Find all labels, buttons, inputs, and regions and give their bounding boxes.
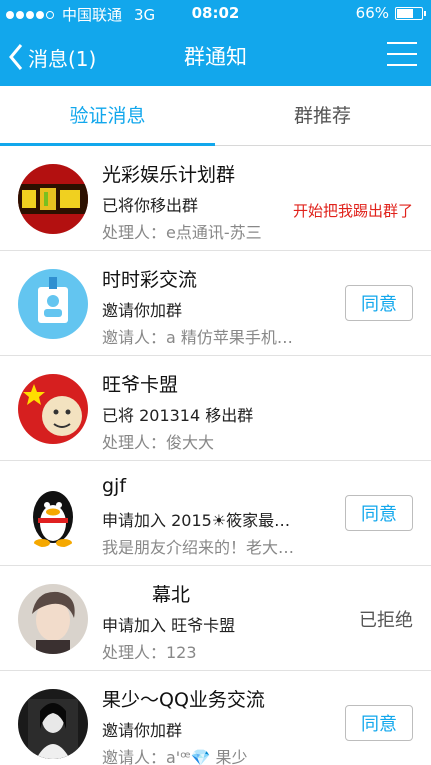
item-handler: 处理人：e点通讯-苏三 (102, 223, 262, 242)
page-title: 群通知 (184, 45, 247, 69)
item-handler: 处理人：俊大大 (102, 433, 215, 452)
nav-bar: 消息(1) 群通知 (0, 28, 431, 86)
list-item[interactable]: 幕北 申请加入 旺爷卡盟 处理人：123 已拒绝 (0, 566, 431, 671)
item-handler: 处理人：123 (102, 643, 197, 662)
item-title: 光彩娱乐计划群 (102, 164, 236, 186)
rejected-status: 已拒绝 (359, 610, 413, 631)
user-avatar (18, 584, 88, 654)
list-item[interactable]: 光彩娱乐计划群 已将你移出群 处理人：e点通讯-苏三 开始把我踢出群了 (0, 146, 431, 251)
tab-group-recommend[interactable]: 群推荐 (215, 86, 430, 146)
group-avatar (18, 689, 88, 759)
item-handler: 邀请人：a'ꟹ💎 果少 (102, 748, 248, 765)
item-message: 邀请你加群 (102, 721, 183, 740)
agree-button[interactable]: 同意 (345, 285, 413, 321)
user-avatar (18, 479, 88, 549)
battery-percent: 66% (355, 4, 389, 22)
item-message: 邀请你加群 (102, 301, 183, 320)
group-avatar (18, 164, 88, 234)
item-title: 幕北 (152, 584, 191, 606)
battery-icon (395, 6, 426, 20)
item-title: 旺爷卡盟 (102, 374, 179, 396)
agree-button[interactable]: 同意 (345, 705, 413, 741)
list-item[interactable]: 果少～QQ业务交流 邀请你加群 邀请人：a'ꟹ💎 果少 同意 (0, 671, 431, 765)
status-bar: 中国联通 3G 08:02 66% (0, 0, 431, 28)
item-handler: 我是朋友介绍来的！老大… (102, 538, 295, 557)
list-item[interactable]: 时时彩交流 邀请你加群 邀请人：a 精仿苹果手机… 同意 (0, 251, 431, 356)
red-annotation: 开始把我踢出群了 (293, 202, 414, 220)
menu-icon[interactable] (387, 42, 417, 68)
tab-verification[interactable]: 验证消息 (0, 86, 215, 146)
item-message: 已将 201314 移出群 (102, 406, 254, 425)
group-avatar (18, 269, 88, 339)
tab-bar: 验证消息 群推荐 (0, 86, 431, 146)
item-handler: 邀请人：a 精仿苹果手机… (102, 328, 293, 347)
item-title: 时时彩交流 (102, 269, 198, 291)
battery-status: 66% (355, 4, 426, 22)
list-item[interactable]: gjf 申请加入 2015☀筱家最… 我是朋友介绍来的！老大… 同意 (0, 461, 431, 566)
list-item[interactable]: 旺爷卡盟 已将 201314 移出群 处理人：俊大大 (0, 356, 431, 461)
item-message: 申请加入 2015☀筱家最… (102, 511, 291, 530)
item-title: 果少～QQ业务交流 (102, 689, 265, 711)
item-message: 申请加入 旺爷卡盟 (102, 616, 236, 635)
notification-list: 光彩娱乐计划群 已将你移出群 处理人：e点通讯-苏三 开始把我踢出群了 时时彩交… (0, 146, 431, 765)
group-avatar (18, 374, 88, 444)
item-title: gjf (102, 475, 127, 497)
agree-button[interactable]: 同意 (345, 495, 413, 531)
item-message: 已将你移出群 (102, 196, 199, 215)
